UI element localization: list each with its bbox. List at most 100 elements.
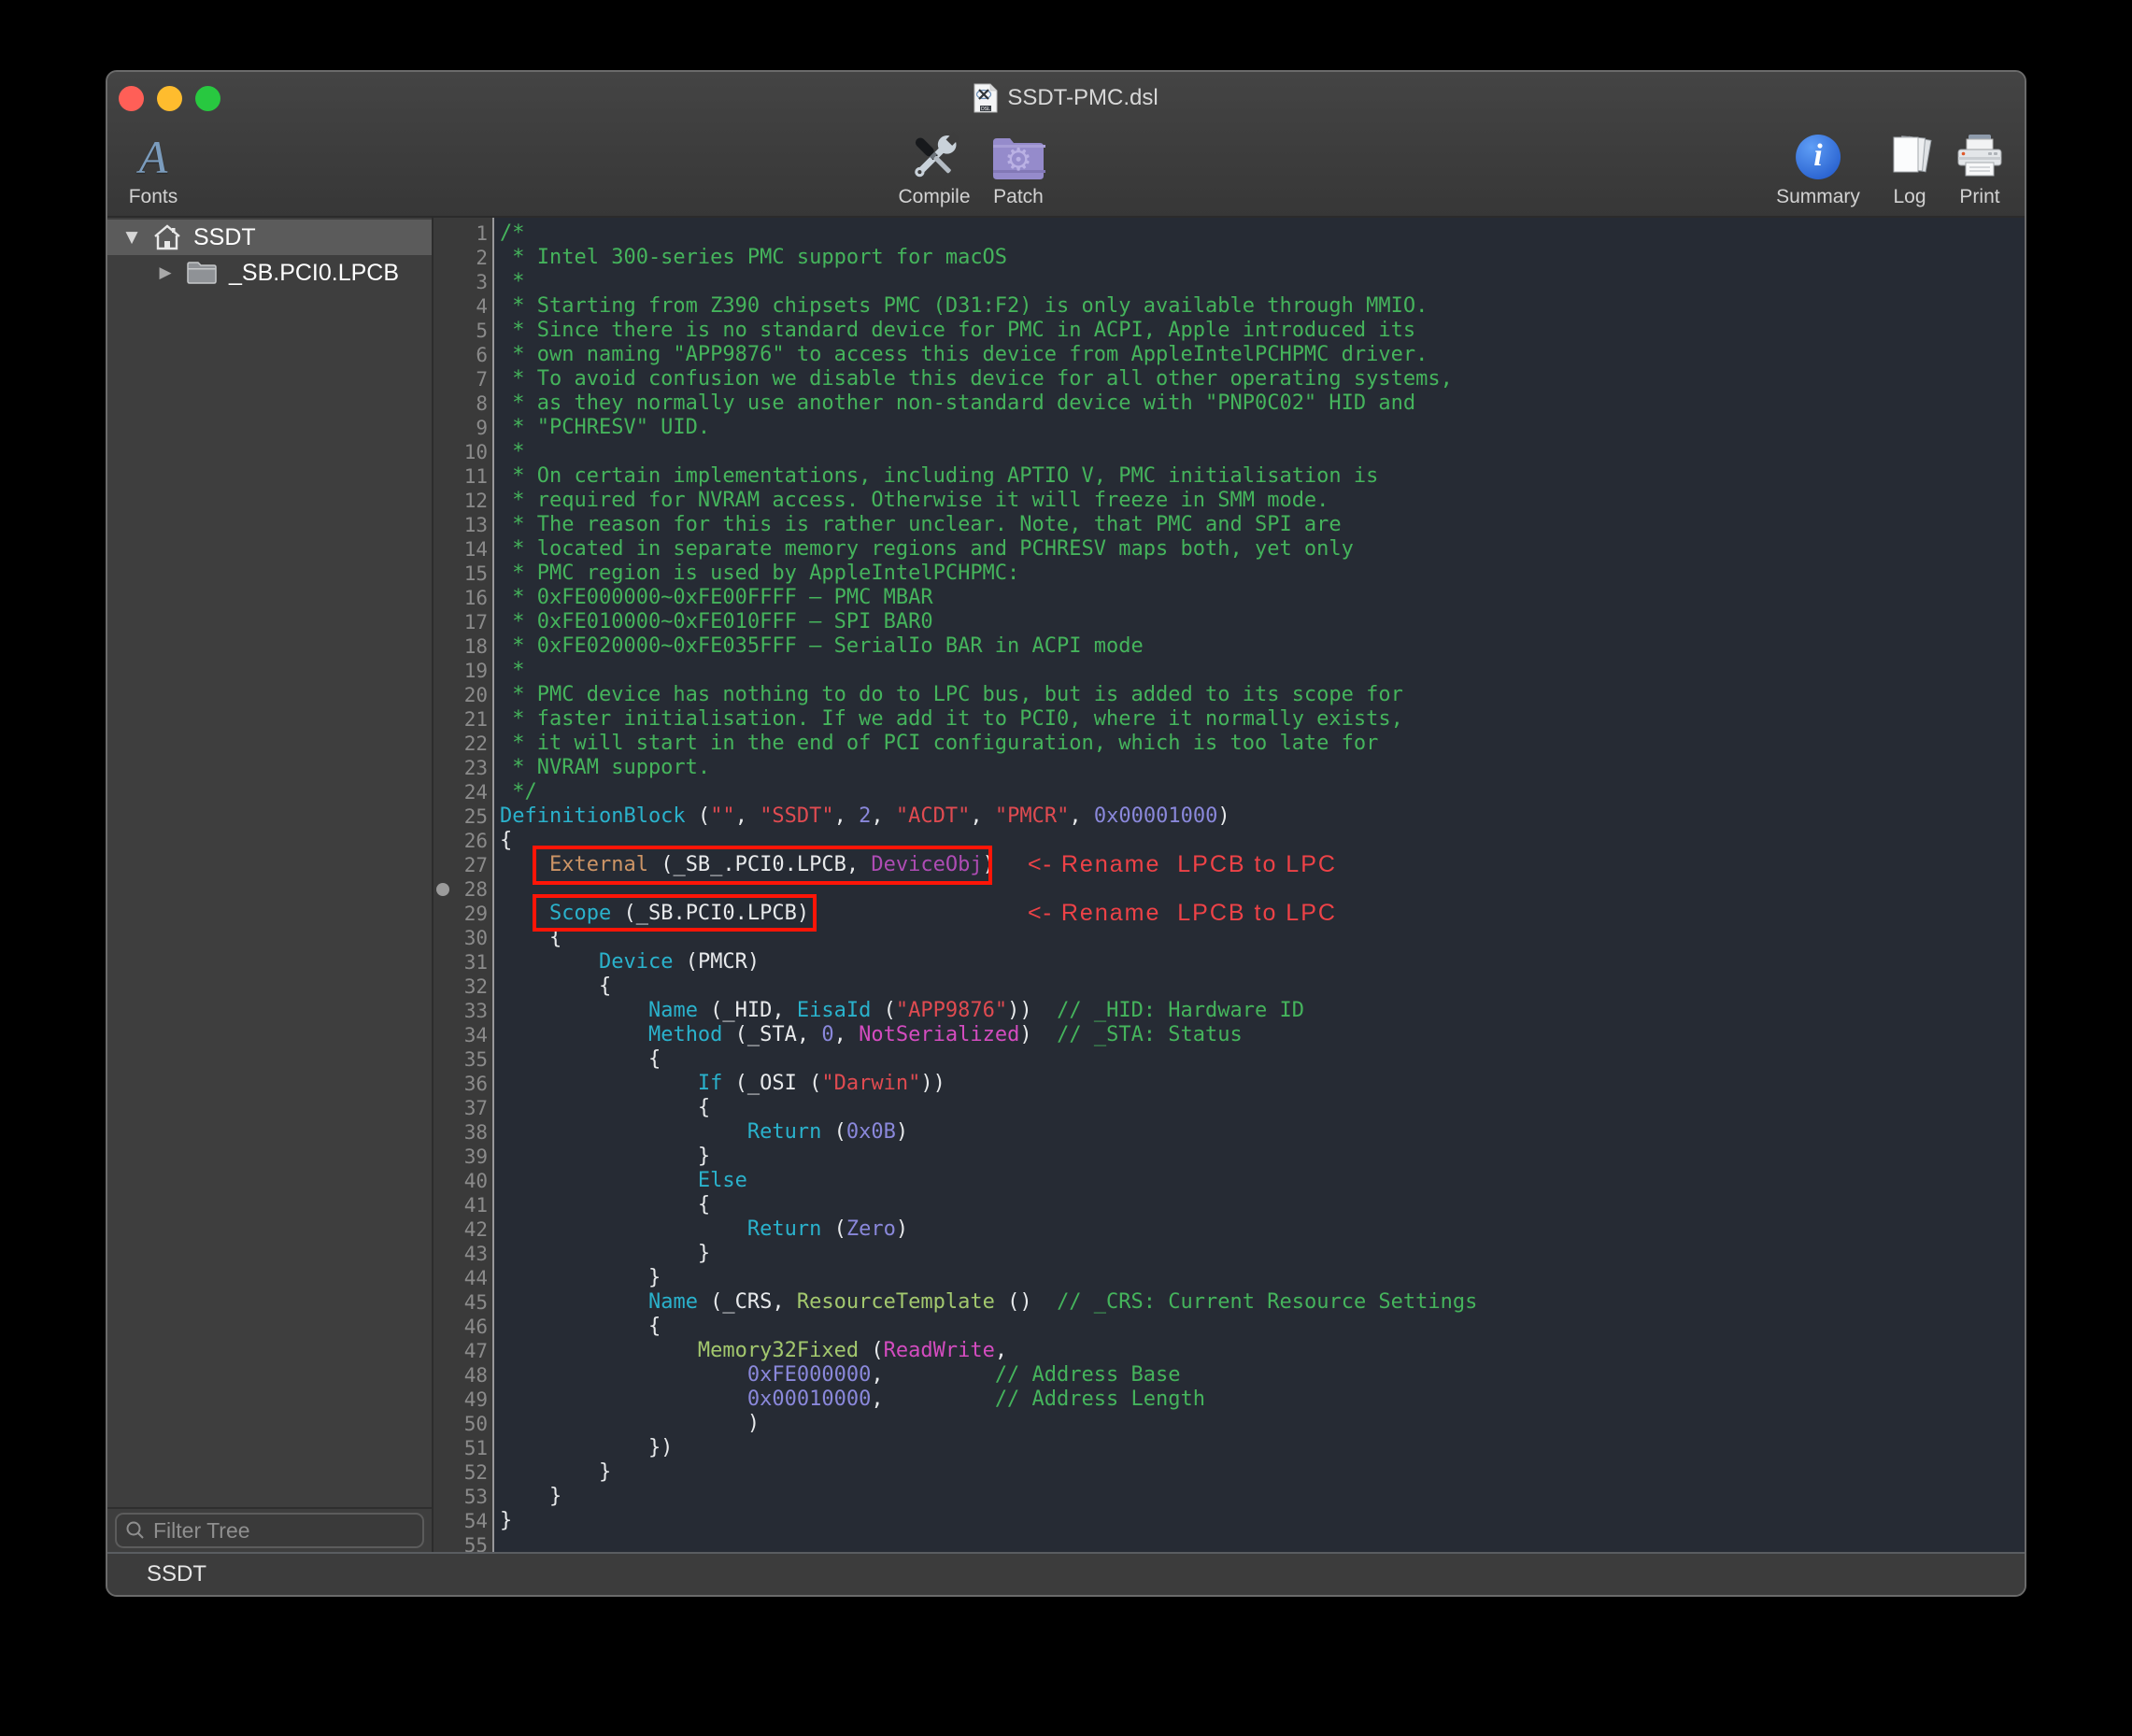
print-printer-icon <box>1954 134 2005 180</box>
code-line: Return (0x0B) <box>500 1120 2025 1145</box>
app-window: DSL SSDT-PMC.dsl A Fonts <box>106 70 2026 1597</box>
code-line: } <box>500 1145 2025 1169</box>
line-number: 5 <box>454 319 488 343</box>
line-number: 47 <box>454 1339 488 1363</box>
print-label: Print <box>1959 186 1999 208</box>
summary-button[interactable]: i Summary <box>1776 128 1860 208</box>
code-line: * 0xFE020000~0xFE035FFF – SerialIo BAR i… <box>500 634 2025 659</box>
code-line: 0x00010000, // Address Length <box>500 1387 2025 1412</box>
line-number: 26 <box>454 829 488 853</box>
code-line: * required for NVRAM access. Otherwise i… <box>500 489 2025 513</box>
line-number: 6 <box>454 343 488 367</box>
gutter-numbers: 1234567891011121314151617181920212223242… <box>454 218 494 1552</box>
line-number: 13 <box>454 513 488 537</box>
line-number: 15 <box>454 562 488 586</box>
code-line: * To avoid confusion we disable this dev… <box>500 367 2025 391</box>
line-number: 40 <box>454 1169 488 1193</box>
line-number: 39 <box>454 1145 488 1169</box>
sidebar-item-ssdt-label: SSDT <box>193 224 256 251</box>
code-line: { <box>500 1315 2025 1339</box>
code-line: * On certain implementations, including … <box>500 464 2025 489</box>
code-line: 0xFE000000, // Address Base <box>500 1363 2025 1387</box>
minimize-button[interactable] <box>157 86 182 111</box>
line-number: 17 <box>454 610 488 634</box>
code-line: } <box>500 1485 2025 1509</box>
line-number: 1 <box>454 221 488 246</box>
line-number: 2 <box>454 246 488 270</box>
line-number: 43 <box>454 1242 488 1266</box>
code-line: */ <box>500 780 2025 804</box>
line-number: 16 <box>454 586 488 610</box>
annotation-rename-external: <- Rename LPCB to LPC <box>1028 851 1337 878</box>
disclosure-closed-icon[interactable]: ▶ <box>156 263 175 282</box>
line-number: 53 <box>454 1485 488 1509</box>
line-number: 34 <box>454 1023 488 1047</box>
close-button[interactable] <box>119 86 144 111</box>
code-line: DefinitionBlock ("", "SSDT", 2, "ACDT", … <box>500 804 2025 829</box>
filter-tree-input[interactable]: Filter Tree <box>115 1513 424 1548</box>
line-number: 54 <box>454 1509 488 1533</box>
window-title-group: DSL SSDT-PMC.dsl <box>974 83 1158 113</box>
sidebar-item-ssdt[interactable]: ▼ SSDT <box>107 220 432 255</box>
code-line: }) <box>500 1436 2025 1460</box>
patch-button[interactable]: ⚙ Patch <box>991 128 1045 208</box>
code-line: Memory32Fixed (ReadWrite, <box>500 1339 2025 1363</box>
code-line: * "PCHRESV" UID. <box>500 416 2025 440</box>
disclosure-open-icon[interactable]: ▼ <box>122 228 141 247</box>
title-bar[interactable]: DSL SSDT-PMC.dsl <box>107 72 2025 124</box>
fonts-label: Fonts <box>129 186 178 208</box>
code-editor[interactable]: 1234567891011121314151617181920212223242… <box>432 218 2025 1552</box>
code-line: Else <box>500 1169 2025 1193</box>
compile-button[interactable]: Compile <box>898 128 970 208</box>
fonts-icon: A <box>139 134 168 180</box>
toolbar: A Fonts <box>107 124 2025 216</box>
line-number: 51 <box>454 1436 488 1460</box>
code-line: Return (Zero) <box>500 1217 2025 1242</box>
line-number: 52 <box>454 1460 488 1485</box>
line-number: 27 <box>454 853 488 877</box>
zoom-button[interactable] <box>195 86 220 111</box>
line-number: 10 <box>454 440 488 464</box>
code-lines[interactable]: /* * Intel 300-series PMC support for ma… <box>494 218 2025 1552</box>
patch-gear-icon: ⚙ <box>991 135 1045 179</box>
code-line: { <box>500 1047 2025 1072</box>
code-line: } <box>500 1460 2025 1485</box>
status-bar: SSDT <box>107 1552 2025 1595</box>
fonts-button[interactable]: A Fonts <box>129 128 178 208</box>
traffic-lights <box>119 72 220 124</box>
summary-label: Summary <box>1776 186 1860 208</box>
highlight-box-external <box>533 846 992 885</box>
line-number: 50 <box>454 1412 488 1436</box>
compile-label: Compile <box>898 186 970 208</box>
line-number: 14 <box>454 537 488 562</box>
svg-text:DSL: DSL <box>981 107 990 112</box>
code-line: { <box>500 1096 2025 1120</box>
code-line: * Since there is no standard device for … <box>500 319 2025 343</box>
line-number: 4 <box>454 294 488 319</box>
code-line: * it will start in the end of PCI config… <box>500 732 2025 756</box>
line-number: 49 <box>454 1387 488 1412</box>
code-line: } <box>500 1242 2025 1266</box>
line-number: 22 <box>454 732 488 756</box>
code-line: * as they normally use another non-stand… <box>500 391 2025 416</box>
line-number: 33 <box>454 999 488 1023</box>
line-number: 21 <box>454 707 488 732</box>
sidebar-item-lpcb[interactable]: ▶ _SB.PCI0.LPCB <box>107 255 432 291</box>
code-line: Method (_STA, 0, NotSerialized) // _STA:… <box>500 1023 2025 1047</box>
code-line: * The reason for this is rather unclear.… <box>500 513 2025 537</box>
print-button[interactable]: Print <box>1954 128 2005 208</box>
code-line: * <box>500 440 2025 464</box>
sidebar-item-lpcb-label: _SB.PCI0.LPCB <box>229 260 399 287</box>
code-line: * PMC region is used by AppleIntelPCHPMC… <box>500 562 2025 586</box>
code-line: * faster initialisation. If we add it to… <box>500 707 2025 732</box>
line-number: 24 <box>454 780 488 804</box>
annotation-rename-scope: <- Rename LPCB to LPC <box>1028 900 1337 927</box>
sidebar: ▼ SSDT ▶ _SB.PCI0.LPCB F <box>107 218 432 1552</box>
compile-tools-icon <box>907 130 961 184</box>
line-number: 37 <box>454 1096 488 1120</box>
line-number: 35 <box>454 1047 488 1072</box>
line-number: 31 <box>454 950 488 975</box>
log-button[interactable]: Log <box>1885 128 1934 208</box>
line-28-marker <box>436 883 449 896</box>
filter-area: Filter Tree <box>107 1507 432 1552</box>
